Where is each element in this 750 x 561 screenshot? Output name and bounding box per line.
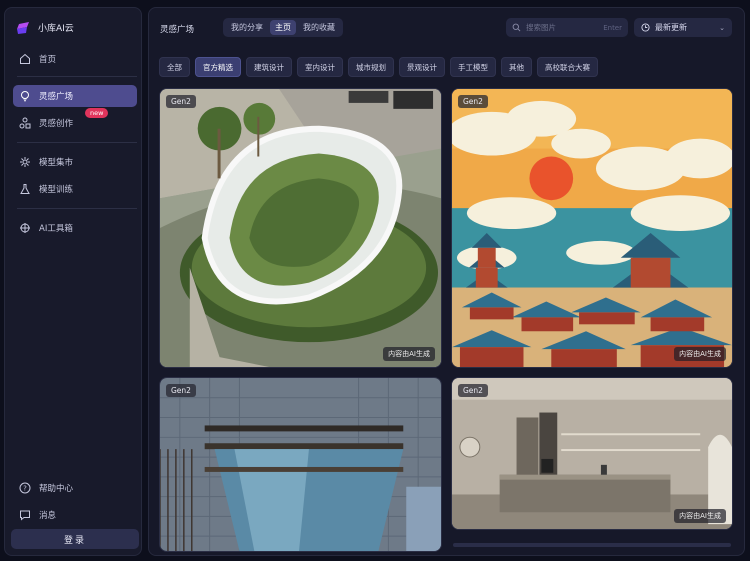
clock-icon <box>641 23 650 32</box>
gallery-card[interactable]: Gen2 内容由AI生成 <box>451 377 733 530</box>
main-panel: 灵感广场 我的分享 主页 我的收藏 Enter 最新更新 ⌄ 全部 官方精选 建… <box>148 7 745 556</box>
ai-generated-note: 内容由AI生成 <box>674 347 726 361</box>
enter-hint: Enter <box>603 23 622 32</box>
brand[interactable]: 小库AI云 <box>17 21 74 34</box>
svg-text:?: ? <box>23 485 27 493</box>
card-image <box>452 89 732 367</box>
divider <box>17 142 137 143</box>
nav-label-home: 首页 <box>39 55 57 65</box>
app-name: 小库AI云 <box>38 24 74 34</box>
filter-official-picks[interactable]: 官方精选 <box>195 57 241 77</box>
filter-all[interactable]: 全部 <box>159 57 190 77</box>
filter-landscape[interactable]: 景观设计 <box>399 57 445 77</box>
filter-architecture[interactable]: 建筑设计 <box>246 57 292 77</box>
model-tag: Gen2 <box>166 384 196 397</box>
nav-label-create: 灵感创作 <box>39 119 74 129</box>
header: 灵感广场 我的分享 主页 我的收藏 Enter 最新更新 ⌄ <box>149 8 744 50</box>
card-placeholder <box>453 543 731 547</box>
nav-item-home[interactable]: 首页 <box>13 48 137 70</box>
search-icon <box>512 23 521 32</box>
home-icon <box>20 53 30 64</box>
view-tabs: 我的分享 主页 我的收藏 <box>223 18 343 37</box>
toolbox-icon <box>20 223 30 233</box>
sort-dropdown[interactable]: 最新更新 ⌄ <box>634 18 732 37</box>
tab-favorites[interactable]: 我的收藏 <box>298 20 340 35</box>
nav-label-messages: 消息 <box>39 511 57 521</box>
nav-item-market[interactable]: 模型集市 <box>13 151 137 173</box>
bulb-icon <box>21 91 29 102</box>
search-box[interactable]: Enter <box>506 18 628 37</box>
nav-label-training: 模型训练 <box>39 185 74 195</box>
nav-label-toolbox: AI工具箱 <box>39 224 73 234</box>
new-badge: new <box>85 108 109 118</box>
model-tag: Gen2 <box>458 95 488 108</box>
nav-label-help: 帮助中心 <box>39 484 74 494</box>
filter-urban-planning[interactable]: 城市规划 <box>348 57 394 77</box>
nav-label-market: 模型集市 <box>39 158 74 168</box>
nav-label-plaza: 灵感广场 <box>39 92 74 102</box>
card-image <box>160 89 441 367</box>
chevron-down-icon: ⌄ <box>719 23 725 32</box>
nav-item-create[interactable]: 灵感创作 new <box>13 108 137 134</box>
message-icon <box>20 510 30 521</box>
page-title: 灵感广场 <box>160 25 195 35</box>
logo-icon <box>17 21 29 34</box>
category-filters: 全部 官方精选 建筑设计 室内设计 城市规划 景观设计 手工模型 其他 高校联合… <box>159 57 598 77</box>
login-button[interactable]: 登录 <box>11 529 139 549</box>
sidebar: 小库AI云 首页 灵感广场 灵感创作 new 模型集市 模型训练 AI工具箱 ?… <box>4 7 142 556</box>
filter-other[interactable]: 其他 <box>501 57 532 77</box>
tab-my-shares[interactable]: 我的分享 <box>226 20 268 35</box>
filter-handmade-model[interactable]: 手工模型 <box>450 57 496 77</box>
divider <box>17 76 137 77</box>
nav-item-training[interactable]: 模型训练 <box>13 178 137 200</box>
nav-item-toolbox[interactable]: AI工具箱 <box>13 217 137 239</box>
create-icon <box>19 117 31 129</box>
nav-item-help[interactable]: ? 帮助中心 <box>13 477 137 499</box>
ai-generated-note: 内容由AI生成 <box>383 347 435 361</box>
model-tag: Gen2 <box>458 384 488 397</box>
gallery-card[interactable]: Gen2 内容由AI生成 <box>159 88 442 368</box>
gallery-card[interactable]: Gen2 <box>159 377 442 552</box>
card-image <box>452 378 732 529</box>
tab-home[interactable]: 主页 <box>270 20 296 35</box>
nav-item-plaza[interactable]: 灵感广场 <box>13 85 137 107</box>
ai-generated-note: 内容由AI生成 <box>674 509 726 523</box>
model-tag: Gen2 <box>166 95 196 108</box>
divider <box>17 208 137 209</box>
help-icon: ? <box>19 482 31 494</box>
sort-label: 最新更新 <box>655 23 687 32</box>
market-icon <box>20 157 30 167</box>
flask-icon <box>20 184 30 194</box>
search-input[interactable] <box>526 23 590 32</box>
card-image <box>160 378 441 551</box>
filter-interior[interactable]: 室内设计 <box>297 57 343 77</box>
filter-university-contest[interactable]: 高校联合大赛 <box>537 57 598 77</box>
nav-item-messages[interactable]: 消息 <box>13 504 137 526</box>
gallery-card[interactable]: Gen2 内容由AI生成 <box>451 88 733 368</box>
